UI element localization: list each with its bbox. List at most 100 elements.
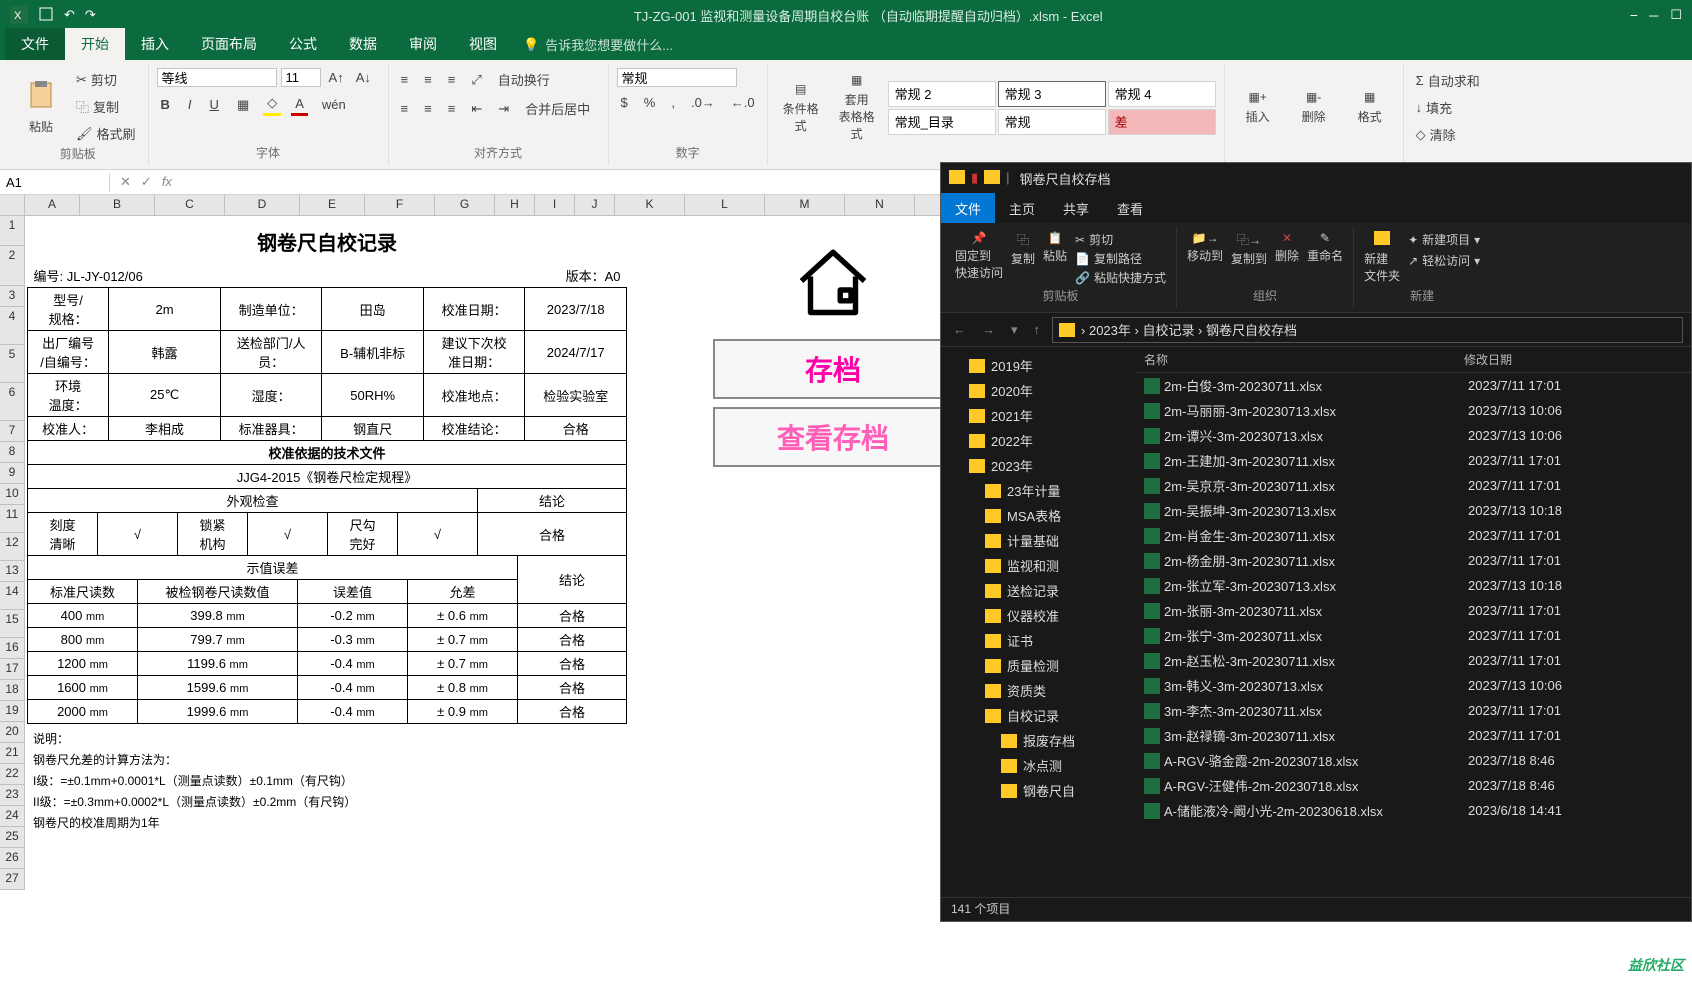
cell-styles-gallery[interactable]: 常规 2 常规 3 常规 4 常规_目录 常规 差 [888, 81, 1216, 135]
style-normal2[interactable]: 常规 2 [888, 81, 996, 107]
exp-copypath-button[interactable]: 📄复制路径 [1075, 250, 1166, 267]
tab-data[interactable]: 数据 [333, 28, 393, 60]
row-header[interactable]: 21 [0, 743, 25, 764]
bold-button[interactable]: B [157, 93, 174, 116]
style-normal[interactable]: 常规 [998, 109, 1106, 135]
file-row[interactable]: 2m-谭兴-3m-20230713.xlsx2023/7/13 10:06 [1136, 423, 1691, 448]
orientation-icon[interactable]: ⤢ [467, 70, 485, 90]
file-row[interactable]: A-RGV-骆金霞-2m-20230718.xlsx2023/7/18 8:46 [1136, 748, 1691, 773]
row-header[interactable]: 2 [0, 246, 25, 286]
style-normal3[interactable]: 常规 3 [998, 81, 1106, 107]
font-size-select[interactable] [281, 68, 321, 87]
inc-decimal-icon[interactable]: .0→ [687, 93, 719, 112]
increase-font-icon[interactable]: A↑ [325, 68, 348, 87]
tree-folder[interactable]: 钢卷尺自 [941, 778, 1136, 803]
nav-recent-icon[interactable]: ▾ [1007, 322, 1022, 338]
number-format-select[interactable] [617, 68, 737, 87]
nav-forward-icon[interactable]: → [978, 322, 999, 337]
row-header[interactable]: 23 [0, 785, 25, 806]
file-row[interactable]: 3m-赵禄镝-3m-20230711.xlsx2023/7/11 17:01 [1136, 723, 1691, 748]
explorer-tab-file[interactable]: 文件 [941, 193, 995, 224]
tab-insert[interactable]: 插入 [125, 28, 185, 60]
font-name-select[interactable] [157, 68, 277, 87]
cells-delete-button[interactable]: ▦-删除 [1289, 88, 1339, 127]
align-top-icon[interactable]: ≡ [397, 70, 413, 89]
indent-dec-icon[interactable]: ⇤ [467, 99, 486, 119]
wrap-text-button[interactable]: 自动换行 [494, 68, 554, 91]
currency-icon[interactable]: $ [617, 93, 632, 112]
file-row[interactable]: 2m-马丽丽-3m-20230713.xlsx2023/7/13 10:06 [1136, 398, 1691, 423]
tab-view[interactable]: 视图 [453, 28, 513, 60]
tree-folder[interactable]: 送检记录 [941, 578, 1136, 603]
file-row[interactable]: A-储能液冷-阚小光-2m-20230618.xlsx2023/6/18 14:… [1136, 798, 1691, 823]
file-row[interactable]: 3m-李杰-3m-20230711.xlsx2023/7/11 17:01 [1136, 698, 1691, 723]
row-header[interactable]: 22 [0, 764, 25, 785]
row-header[interactable]: 7 [0, 421, 25, 442]
tell-me[interactable]: 💡告诉我您想要做什么... [513, 29, 683, 60]
exp-paste-shortcut-button[interactable]: 🔗粘贴快捷方式 [1075, 269, 1166, 286]
clear-button[interactable]: ◇清除 [1412, 123, 1484, 146]
column-modified[interactable]: 修改日期 [1464, 351, 1512, 368]
row-header[interactable]: 6 [0, 383, 25, 421]
col-header[interactable]: H [495, 195, 535, 215]
style-normal4[interactable]: 常规 4 [1108, 81, 1216, 107]
file-row[interactable]: 2m-张宁-3m-20230711.xlsx2023/7/11 17:01 [1136, 623, 1691, 648]
exp-paste-button[interactable]: 📋粘贴 [1043, 231, 1067, 264]
col-header[interactable]: D [225, 195, 300, 215]
col-header[interactable]: C [155, 195, 225, 215]
style-bad[interactable]: 差 [1108, 109, 1216, 135]
style-normal-dir[interactable]: 常规_目录 [888, 109, 996, 135]
row-header[interactable]: 3 [0, 286, 25, 307]
row-header[interactable]: 4 [0, 307, 25, 345]
moveto-button[interactable]: 📁→移动到 [1187, 231, 1223, 264]
qtab-icon[interactable]: ▮ [971, 170, 978, 187]
phonetic-button[interactable]: wén [318, 93, 350, 116]
col-header[interactable]: L [685, 195, 765, 215]
align-center-icon[interactable]: ≡ [420, 99, 436, 118]
pin-quick-access-button[interactable]: 📌固定到 快速访问 [955, 231, 1003, 281]
row-header[interactable]: 1 [0, 216, 25, 246]
cells-insert-button[interactable]: ▦+插入 [1233, 88, 1283, 127]
save-icon[interactable] [38, 6, 54, 25]
tree-folder[interactable]: 2021年 [941, 403, 1136, 428]
row-header[interactable]: 10 [0, 484, 25, 505]
tree-folder[interactable]: 2022年 [941, 428, 1136, 453]
dec-decimal-icon[interactable]: ←.0 [727, 93, 759, 112]
row-header[interactable]: 19 [0, 701, 25, 722]
minimize-icon[interactable]: ─ [1649, 8, 1658, 23]
row-header[interactable]: 9 [0, 463, 25, 484]
row-header[interactable]: 18 [0, 680, 25, 701]
tab-review[interactable]: 审阅 [393, 28, 453, 60]
row-header[interactable]: 20 [0, 722, 25, 743]
new-folder-button[interactable]: 新建 文件夹 [1364, 231, 1400, 284]
tree-folder[interactable]: 报废存档 [941, 728, 1136, 753]
new-item-button[interactable]: ✦新建项目▾ [1408, 231, 1480, 248]
tab-layout[interactable]: 页面布局 [185, 28, 273, 60]
row-header[interactable]: 14 [0, 582, 25, 610]
file-row[interactable]: 2m-王建加-3m-20230711.xlsx2023/7/11 17:01 [1136, 448, 1691, 473]
col-header[interactable]: M [765, 195, 845, 215]
nav-up-icon[interactable]: ↑ [1030, 322, 1045, 337]
easy-access-button[interactable]: ↗轻松访问▾ [1408, 252, 1480, 269]
col-header[interactable]: J [575, 195, 615, 215]
breadcrumb[interactable]: › 2023年 › 自校记录 › 钢卷尺自校存档 [1052, 317, 1683, 343]
name-box[interactable]: A1 [0, 173, 110, 192]
tree-folder[interactable]: 2023年 [941, 453, 1136, 478]
fx-icon[interactable]: fx [162, 174, 172, 190]
ribbon-options-icon[interactable]: ⎯ [1631, 7, 1638, 23]
file-row[interactable]: 2m-白俊-3m-20230711.xlsx2023/7/11 17:01 [1136, 373, 1691, 398]
col-header[interactable]: B [80, 195, 155, 215]
italic-button[interactable]: I [184, 93, 196, 116]
decrease-font-icon[interactable]: A↓ [352, 68, 375, 87]
tree-folder[interactable]: 监视和测 [941, 553, 1136, 578]
cells-format-button[interactable]: ▦格式 [1345, 88, 1395, 127]
cancel-icon[interactable]: ✕ [120, 174, 131, 190]
tree-folder[interactable]: 计量基础 [941, 528, 1136, 553]
tree-folder[interactable]: 2020年 [941, 378, 1136, 403]
table-format-button[interactable]: ▦套用 表格格式 [832, 71, 882, 144]
col-header[interactable]: F [365, 195, 435, 215]
file-list-rows[interactable]: 2m-白俊-3m-20230711.xlsx2023/7/11 17:012m-… [1136, 373, 1691, 897]
col-header[interactable]: I [535, 195, 575, 215]
fill-color-button[interactable]: ◇ [263, 93, 281, 116]
explorer-titlebar[interactable]: ▮ | 钢卷尺自校存档 [941, 163, 1691, 193]
